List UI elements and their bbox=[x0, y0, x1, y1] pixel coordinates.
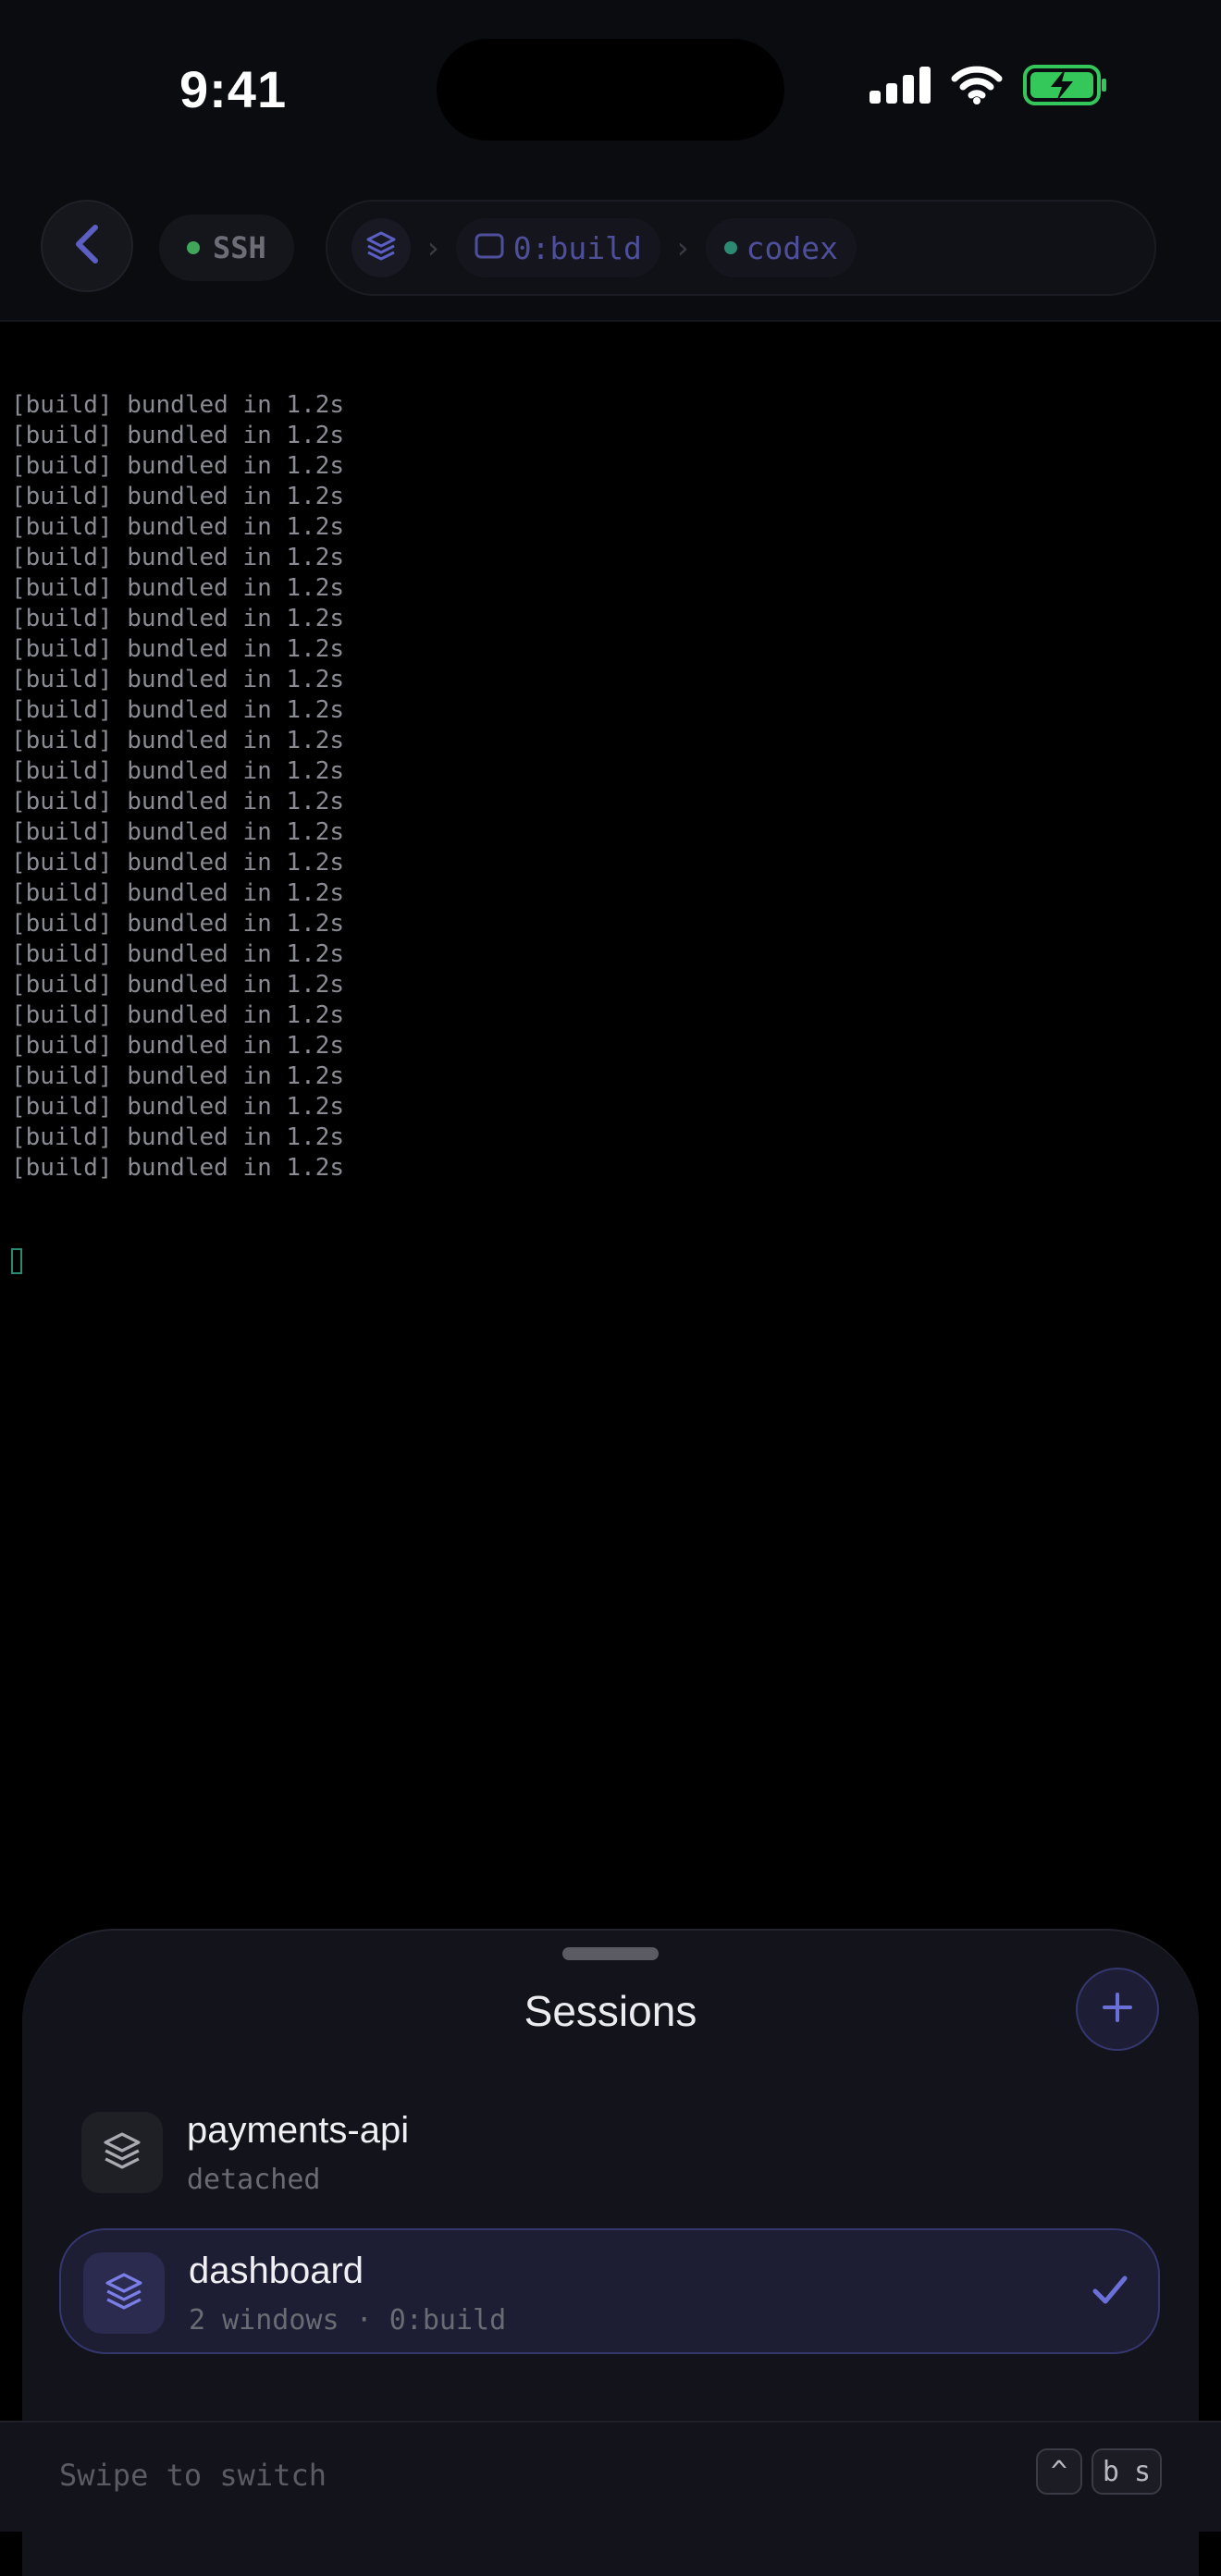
connection-label: SSH bbox=[213, 230, 266, 265]
battery-charging-icon bbox=[1023, 65, 1108, 110]
layers-icon bbox=[103, 2270, 145, 2317]
layers-icon bbox=[101, 2129, 143, 2177]
wifi-icon bbox=[951, 66, 1003, 109]
terminal-toolbar: SSH › 0:build › codex bbox=[0, 181, 1221, 322]
terminal-cursor bbox=[11, 1245, 344, 1282]
terminal-line: [build] bundled in 1.2s bbox=[11, 971, 345, 999]
terminal-line: [build] bundled in 1.2s bbox=[11, 1062, 345, 1090]
terminal-line: [build] bundled in 1.2s bbox=[11, 818, 345, 846]
terminal-line: [build] bundled in 1.2s bbox=[11, 940, 345, 968]
key-b: b bbox=[1102, 2455, 1119, 2488]
key-combo: b s bbox=[1091, 2448, 1162, 2495]
terminal-line: [build] bundled in 1.2s bbox=[11, 635, 345, 663]
terminal-line: [build] bundled in 1.2s bbox=[11, 1154, 345, 1182]
terminal-line: [build] bundled in 1.2s bbox=[11, 910, 345, 938]
session-icon bbox=[81, 2112, 163, 2193]
cellular-signal-icon bbox=[870, 67, 931, 108]
chevron-left-icon bbox=[73, 224, 101, 269]
terminal-line: [build] bundled in 1.2s bbox=[11, 605, 345, 632]
breadcrumb-pane[interactable]: codex bbox=[705, 218, 857, 277]
key-s: s bbox=[1133, 2455, 1151, 2488]
dynamic-island bbox=[437, 39, 784, 141]
layers-icon bbox=[364, 229, 398, 267]
terminal-line: [build] bundled in 1.2s bbox=[11, 452, 345, 480]
terminal-line: [build] bundled in 1.2s bbox=[11, 788, 345, 816]
terminal-line: [build] bundled in 1.2s bbox=[11, 727, 345, 754]
session-icon bbox=[83, 2252, 165, 2334]
connection-status-chip[interactable]: SSH bbox=[159, 215, 294, 281]
back-button[interactable] bbox=[41, 200, 133, 292]
breadcrumb-session[interactable] bbox=[352, 218, 411, 277]
chevron-right-icon: › bbox=[427, 230, 439, 265]
status-bar: 9:41 bbox=[0, 0, 1221, 181]
terminal-line: [build] bundled in 1.2s bbox=[11, 1032, 345, 1060]
terminal-line: [build] bundled in 1.2s bbox=[11, 696, 345, 724]
window-icon bbox=[475, 233, 504, 264]
session-row-dashboard[interactable]: dashboard 2 windows · 0:build bbox=[59, 2228, 1160, 2354]
shortcut-keys: ^ b s bbox=[1035, 2448, 1162, 2495]
session-subtitle: detached bbox=[187, 2164, 321, 2196]
sheet-title: Sessions bbox=[524, 1987, 697, 2035]
terminal-output[interactable]: [build] bundled in 1.2s [build] bundled i… bbox=[11, 329, 344, 1313]
sheet-footer: Swipe to switch ^ b s bbox=[0, 2421, 1221, 2532]
session-subtitle: 2 windows · 0:build bbox=[189, 2304, 507, 2337]
sheet-grabber[interactable] bbox=[562, 1947, 659, 1960]
breadcrumb-window[interactable]: 0:build bbox=[455, 218, 660, 277]
session-name: dashboard bbox=[189, 2251, 364, 2291]
status-icons bbox=[870, 65, 1108, 110]
terminal-line: [build] bundled in 1.2s bbox=[11, 483, 345, 510]
terminal-lines: [build] bundled in 1.2s [build] bundled i… bbox=[11, 390, 344, 1184]
session-row-payments-api[interactable]: payments-api detached bbox=[59, 2090, 1160, 2215]
new-session-button[interactable] bbox=[1076, 1968, 1159, 2051]
breadcrumb: › 0:build › codex bbox=[326, 200, 1156, 296]
footer-hint: Swipe to switch bbox=[59, 2458, 327, 2493]
terminal-line: [build] bundled in 1.2s bbox=[11, 422, 345, 449]
breadcrumb-pane-label: codex bbox=[746, 229, 839, 266]
chevron-right-icon: › bbox=[676, 230, 689, 265]
terminal-line: [build] bundled in 1.2s bbox=[11, 849, 345, 877]
plus-icon bbox=[1101, 1991, 1134, 2029]
terminal-line: [build] bundled in 1.2s bbox=[11, 666, 345, 693]
session-name: payments-api bbox=[187, 2110, 410, 2151]
checkmark-icon bbox=[1090, 2269, 1130, 2314]
key-ctrl: ^ bbox=[1035, 2448, 1082, 2495]
pane-dot-icon bbox=[723, 241, 737, 254]
terminal-line: [build] bundled in 1.2s bbox=[11, 544, 345, 571]
terminal-line: [build] bundled in 1.2s bbox=[11, 574, 345, 602]
terminal-line: [build] bundled in 1.2s bbox=[11, 757, 345, 785]
status-time: 9:41 bbox=[179, 60, 288, 118]
terminal-line: [build] bundled in 1.2s bbox=[11, 1093, 345, 1121]
connected-dot-icon bbox=[187, 241, 200, 254]
terminal-line: [build] bundled in 1.2s bbox=[11, 879, 345, 907]
breadcrumb-window-label: 0:build bbox=[512, 229, 642, 266]
terminal-line: [build] bundled in 1.2s bbox=[11, 1001, 345, 1029]
terminal-line: [build] bundled in 1.2s bbox=[11, 513, 345, 541]
terminal-line: [build] bundled in 1.2s bbox=[11, 1123, 345, 1151]
terminal-line: [build] bundled in 1.2s bbox=[11, 391, 345, 419]
